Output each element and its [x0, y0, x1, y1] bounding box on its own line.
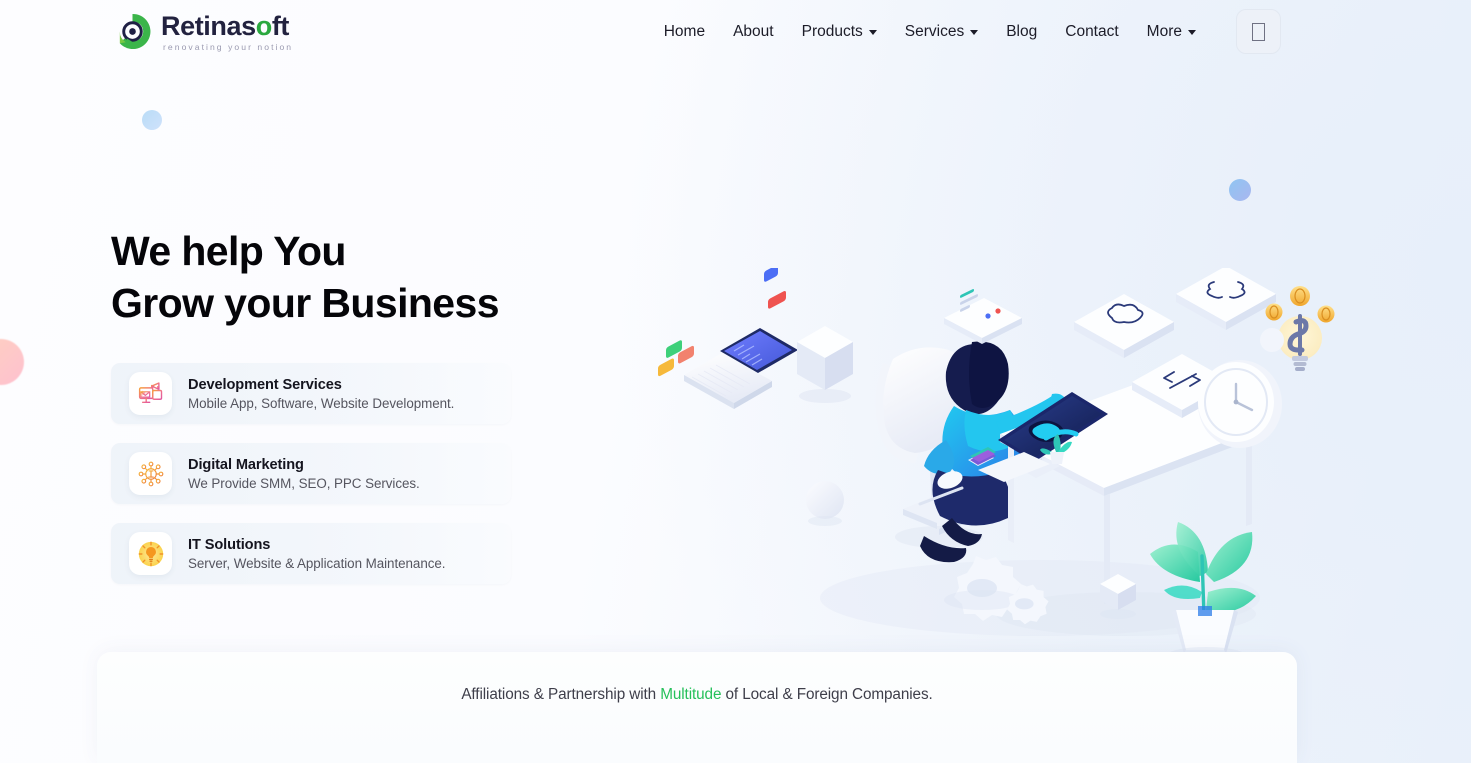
service-card-subtitle: Mobile App, Software, Website Developmen… [188, 395, 455, 411]
nav-item-contact[interactable]: Contact [1051, 15, 1132, 49]
service-card-text: IT Solutions Server, Website & Applicati… [188, 537, 445, 571]
missing-glyph-box-icon [1252, 22, 1265, 41]
landing-page: Retinasoft renovating your notion Home A… [0, 0, 1471, 763]
nav-item-home[interactable]: Home [650, 15, 719, 49]
service-card-digital-marketing[interactable]: Digital Marketing We Provide SMM, SEO, P… [111, 443, 511, 504]
isometric-workspace-illustration [620, 268, 1360, 658]
nav-item-more[interactable]: More [1133, 15, 1210, 49]
partners-panel: Affiliations & Partnership with Multitud… [97, 652, 1297, 763]
partners-text-after: of Local & Foreign Companies. [721, 686, 933, 703]
service-card-list: Development Services Mobile App, Softwar… [111, 363, 511, 584]
decor-blob-pink-left [0, 339, 24, 385]
brand-tagline: renovating your notion [163, 42, 294, 53]
service-card-text: Development Services Mobile App, Softwar… [188, 377, 454, 411]
nav-item-label: More [1146, 22, 1182, 40]
nav-item-label: Contact [1065, 22, 1119, 40]
partners-statement: Affiliations & Partnership with Multitud… [97, 686, 1297, 704]
brand-logo-link[interactable]: Retinasoft renovating your notion [113, 11, 293, 52]
lightbulb-icon [129, 532, 172, 575]
nav-item-label: About [733, 22, 774, 40]
partners-text-before: Affiliations & Partnership with [461, 686, 661, 703]
service-card-title: IT Solutions [188, 536, 271, 553]
site-header: Retinasoft renovating your notion Home A… [0, 0, 1471, 63]
nav-item-label: Home [663, 22, 706, 40]
brand-name: Retinasoft [161, 11, 290, 42]
decor-blob-blue-right [1229, 179, 1251, 201]
network-nodes-icon [129, 452, 172, 495]
main-navigation: Home About Products Services Blog Contac… [650, 9, 1281, 54]
chevron-down-icon [970, 30, 979, 35]
nav-item-label: Blog [1006, 22, 1038, 40]
service-card-title: Digital Marketing [188, 456, 304, 473]
service-card-development[interactable]: Development Services Mobile App, Softwar… [111, 363, 511, 424]
nav-item-services[interactable]: Services [891, 15, 992, 49]
nav-item-blog[interactable]: Blog [992, 15, 1051, 49]
service-card-text: Digital Marketing We Provide SMM, SEO, P… [188, 457, 420, 491]
service-card-it-solutions[interactable]: IT Solutions Server, Website & Applicati… [111, 523, 511, 584]
brand-text: Retinasoft renovating your notion [161, 11, 293, 52]
partners-highlight: Multitude [660, 686, 722, 703]
nav-item-label: Products [801, 22, 863, 40]
nav-item-products[interactable]: Products [788, 15, 891, 49]
nav-item-label: Services [904, 22, 965, 40]
service-card-subtitle: Server, Website & Application Maintenanc… [188, 555, 446, 571]
retinasoft-circle-logo-icon [113, 12, 152, 51]
chevron-down-icon [1188, 30, 1196, 35]
decor-blob-blue-small [142, 110, 162, 130]
chevron-down-icon [868, 30, 877, 35]
page-title: We help You Grow your Business [111, 228, 500, 326]
nav-item-about[interactable]: About [719, 15, 788, 49]
header-action-button[interactable] [1236, 9, 1281, 54]
service-card-subtitle: We Provide SMM, SEO, PPC Services. [188, 475, 420, 491]
monitor-megaphone-icon [129, 372, 172, 415]
service-card-title: Development Services [188, 376, 342, 393]
